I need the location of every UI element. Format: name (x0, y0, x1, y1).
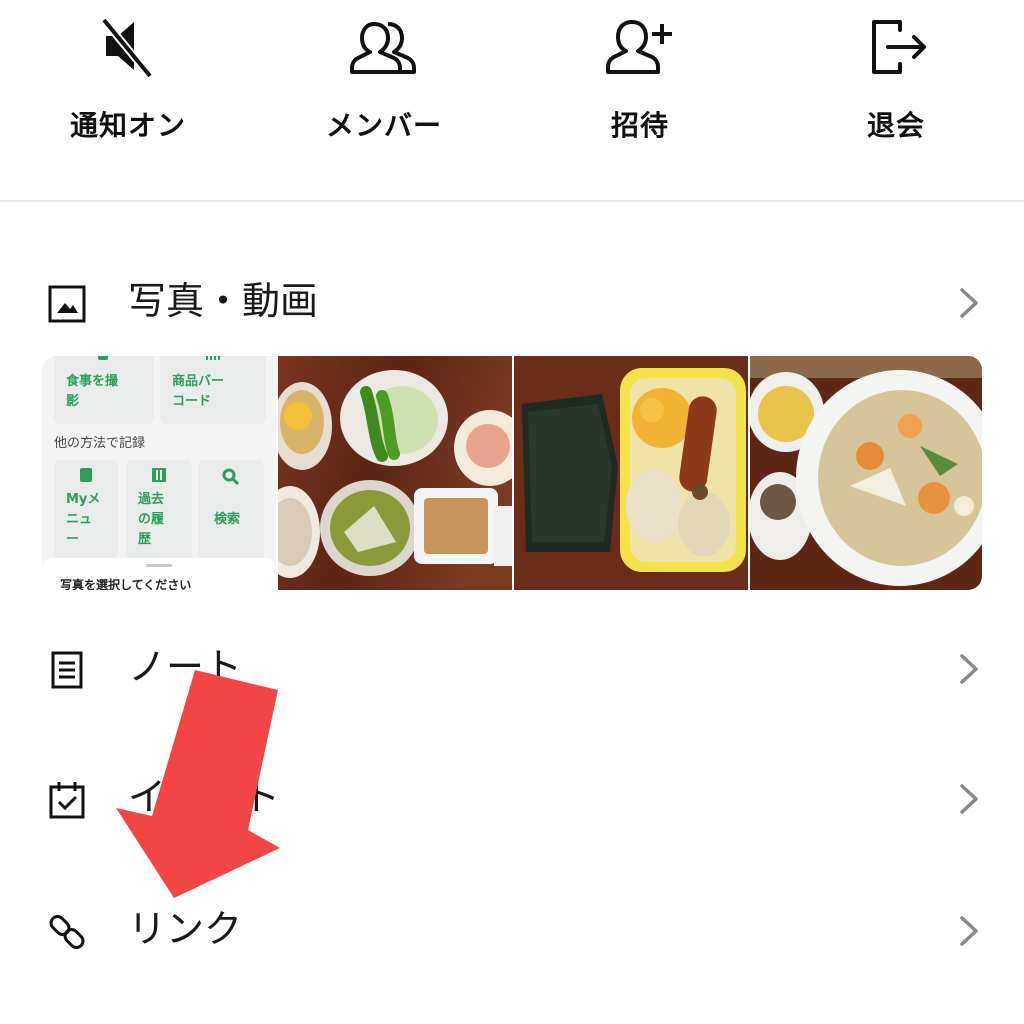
photo-icon (48, 285, 86, 323)
media-thumbnail-photo[interactable] (278, 356, 512, 590)
thumb-tile-text: 商品バー (172, 374, 225, 389)
thumb-tile-text: 食事を撮 (66, 374, 119, 389)
thumb-tile-text: 影 (66, 394, 80, 409)
speaker-muted-icon (100, 17, 154, 79)
notification-toggle-label: 通知オン (69, 109, 186, 142)
thumb-tile-barcode: 商品バー コード (160, 356, 266, 424)
members-icon (350, 22, 416, 74)
event-row[interactable]: イベント (0, 758, 1024, 838)
thumb-tile-text: ニュ (66, 512, 93, 527)
chevron-right-icon (960, 288, 978, 318)
chevron-right-icon (960, 784, 978, 814)
thumb-tile-text: 過去 (138, 492, 165, 507)
note-label: ノート (128, 645, 243, 689)
photos-videos-label: 写真・動画 (128, 279, 319, 323)
thumb-tile-meal-photo: 食事を撮 影 (54, 356, 154, 424)
thumb-tile-text: 歴 (138, 532, 152, 547)
notification-toggle-button[interactable]: 通知オン (38, 10, 218, 144)
thumb-tile-text: 検索 (214, 512, 241, 527)
thumb-tile-text: の履 (138, 512, 165, 527)
thumb-tile-my-menu: Myメ ニュ ー (54, 460, 118, 560)
link-label: リンク (128, 907, 243, 951)
thumb-bottom-sheet: 写真を選択してください (42, 558, 276, 590)
note-icon (51, 651, 83, 689)
calendar-check-icon (49, 782, 85, 819)
chevron-right-icon (960, 916, 978, 946)
link-row[interactable]: リンク (0, 890, 1024, 970)
photos-videos-row[interactable]: 写真・動画 (0, 262, 1024, 342)
add-user-icon (606, 20, 672, 74)
thumb-tile-text: コード (172, 394, 212, 409)
event-label: イベント (128, 775, 281, 819)
media-thumbnail-screenshot[interactable]: 食事を撮 影 商品バー コード 他の方法で記録 Myメ ニュ ー 過去 の履 歴 (42, 356, 276, 590)
food-photo-image (278, 356, 512, 590)
media-thumbnail-photo[interactable] (750, 356, 982, 590)
section-divider (0, 200, 1024, 202)
screenshot-content: 食事を撮 影 商品バー コード 他の方法で記録 Myメ ニュ ー 過去 の履 歴 (42, 356, 276, 590)
chevron-right-icon (960, 654, 978, 684)
members-label: メンバー (325, 109, 442, 142)
invite-button[interactable]: 招待 (550, 10, 730, 144)
members-button[interactable]: メンバー (294, 10, 474, 144)
media-thumbnail-photo[interactable] (514, 356, 748, 590)
sheet-grab-handle (146, 564, 172, 567)
thumb-search-icon (222, 468, 240, 486)
top-actions: 通知オン メンバー 招待 退会 (0, 0, 1024, 200)
thumb-tile-history: 過去 の履 歴 (126, 460, 192, 560)
thumb-tile-text: Myメ (66, 492, 101, 507)
note-row[interactable]: ノート (0, 628, 1024, 708)
thumb-tile-search: 検索 (198, 460, 264, 560)
leave-button[interactable]: 退会 (806, 10, 986, 144)
leave-label: 退会 (866, 109, 925, 142)
media-thumbnails: 食事を撮 影 商品バー コード 他の方法で記録 Myメ ニュ ー 過去 の履 歴 (42, 356, 982, 590)
leave-icon (872, 20, 926, 74)
food-photo-image (514, 356, 748, 590)
link-icon (49, 915, 85, 949)
thumb-tile-text: ー (66, 532, 80, 547)
thumb-sheet-text: 写真を選択してください (60, 578, 192, 590)
food-photo-image (750, 356, 982, 590)
invite-label: 招待 (610, 109, 669, 142)
thumb-other-methods: 他の方法で記録 (54, 436, 146, 451)
